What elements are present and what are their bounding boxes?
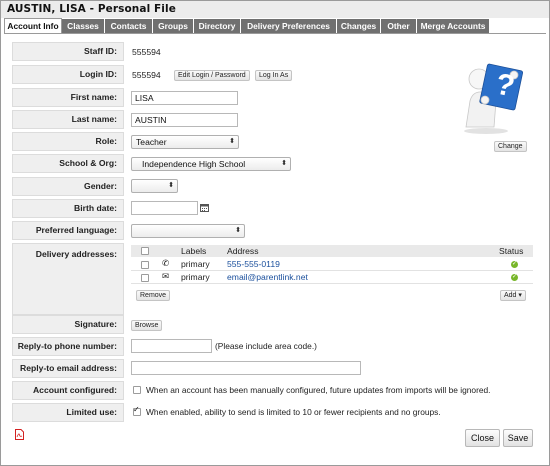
delivery-row[interactable]: ✉ primary email@parentlink.net ✓ <box>131 271 533 284</box>
first-name-label: First name: <box>12 88 124 107</box>
reply-email-input[interactable] <box>131 361 361 375</box>
add-address-button[interactable]: Add ▾ <box>500 290 526 301</box>
log-in-as-button[interactable]: Log In As <box>255 70 293 81</box>
select-arrows-icon: ⬍ <box>281 160 287 167</box>
reply-phone-hint: (Please include area code.) <box>215 341 317 351</box>
tab-other[interactable]: Other <box>381 19 417 33</box>
avatar: ? <box>446 55 531 135</box>
status-ok-icon: ✓ <box>511 261 518 268</box>
reply-email-label: Reply-to email address: <box>12 359 124 378</box>
birth-date-input[interactable] <box>131 201 198 215</box>
reply-phone-input[interactable] <box>131 339 212 353</box>
delivery-row-checkbox[interactable] <box>141 261 149 269</box>
delivery-row[interactable]: ✆ primary 555-555-0119 ✓ <box>131 258 533 271</box>
tab-account-info[interactable]: Account Info <box>4 18 62 33</box>
browse-button[interactable]: Browse <box>131 320 163 331</box>
school-org-label: School & Org: <box>12 154 124 173</box>
account-configured-checkbox[interactable] <box>133 386 141 394</box>
preferred-language-select[interactable]: ⬍ <box>131 224 245 238</box>
tab-delivery-preferences[interactable]: Delivery Preferences <box>241 19 337 33</box>
pdf-icon[interactable] <box>15 429 24 440</box>
delivery-label: primary <box>181 259 210 269</box>
delivery-address-link[interactable]: email@parentlink.net <box>227 271 308 283</box>
delivery-address-link[interactable]: 555-555-0119 <box>227 258 280 270</box>
tab-groups[interactable]: Groups <box>153 19 194 33</box>
edit-login-button[interactable]: Edit Login / Password <box>174 70 250 81</box>
birth-date-label: Birth date: <box>12 199 124 218</box>
select-all-checkbox[interactable] <box>141 247 149 255</box>
school-org-select[interactable]: Independence High School ⬍ <box>131 157 291 171</box>
staff-id-value: 555594 <box>132 47 161 57</box>
labels-column-header: Labels <box>181 246 207 256</box>
select-arrows-icon: ⬍ <box>235 227 241 234</box>
status-column-header: Status <box>499 246 524 256</box>
preferred-language-label: Preferred language: <box>12 221 124 240</box>
account-configured-label: Account configured: <box>12 381 124 400</box>
tab-changes[interactable]: Changes <box>337 19 381 33</box>
delivery-addresses-label: Delivery addresses: <box>12 243 124 315</box>
tab-classes[interactable]: Classes <box>62 19 105 33</box>
gender-label: Gender: <box>12 177 124 196</box>
gender-select[interactable]: ⬍ <box>131 179 178 193</box>
delivery-table-header: Labels Address Status <box>131 245 533 257</box>
address-column-header: Address <box>227 246 259 256</box>
role-select[interactable]: Teacher ⬍ <box>131 135 239 149</box>
staff-id-label: Staff ID: <box>12 42 124 61</box>
account-configured-text: When an account has been manually config… <box>146 385 491 395</box>
change-avatar-button[interactable]: Change <box>494 141 527 152</box>
tab-bar: Account Info Classes Contacts Groups Dir… <box>4 18 548 33</box>
last-name-input[interactable]: AUSTIN <box>131 113 238 127</box>
limited-use-text: When enabled, ability to send is limited… <box>146 407 441 417</box>
select-arrows-icon: ⬍ <box>168 182 174 189</box>
save-button[interactable]: Save <box>503 429 533 447</box>
signature-label: Signature: <box>12 315 124 334</box>
window-title: AUSTIN, LISA - Personal File <box>1 1 549 18</box>
first-name-input[interactable]: LISA <box>131 91 238 105</box>
limited-use-checkbox[interactable] <box>133 405 141 416</box>
tab-directory[interactable]: Directory <box>194 19 241 33</box>
login-id-value: 555594 <box>132 70 161 80</box>
remove-address-button[interactable]: Remove <box>136 290 171 301</box>
school-org-select-value: Independence High School <box>142 159 246 169</box>
login-id-label: Login ID: <box>12 65 124 84</box>
role-select-value: Teacher <box>136 137 167 147</box>
reply-phone-label: Reply-to phone number: <box>12 337 124 356</box>
tab-merge-accounts[interactable]: Merge Accounts <box>417 19 490 33</box>
calendar-icon[interactable] <box>200 203 209 212</box>
limited-use-label: Limited use: <box>12 403 124 422</box>
last-name-label: Last name: <box>12 110 124 129</box>
close-button[interactable]: Close <box>465 429 500 447</box>
phone-icon: ✆ <box>162 259 170 269</box>
tab-contacts[interactable]: Contacts <box>105 19 153 33</box>
delivery-row-checkbox[interactable] <box>141 274 149 282</box>
envelope-icon: ✉ <box>162 272 170 282</box>
status-ok-icon: ✓ <box>511 274 518 281</box>
select-arrows-icon: ⬍ <box>229 138 235 145</box>
delivery-label: primary <box>181 272 210 282</box>
role-label: Role: <box>12 132 124 151</box>
